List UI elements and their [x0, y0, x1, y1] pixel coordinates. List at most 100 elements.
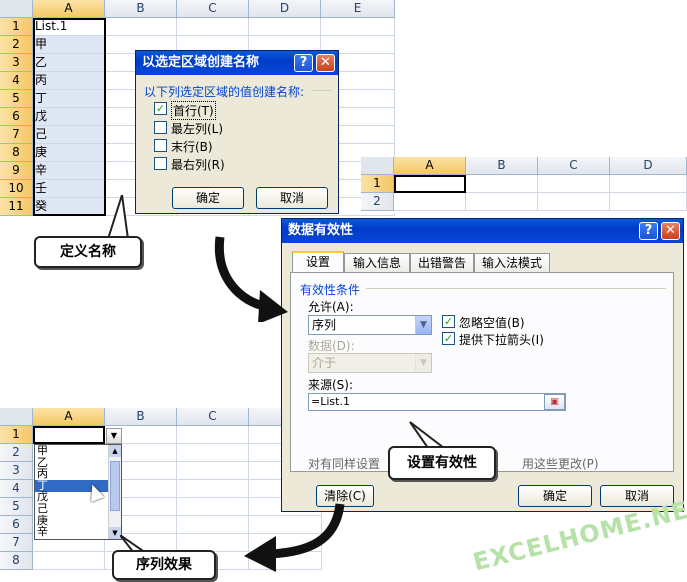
sheet3-row-7[interactable]: 7	[0, 534, 33, 552]
sheet3-cell[interactable]	[177, 516, 249, 534]
callout-define-name: 定义名称	[34, 236, 142, 268]
sheet2-cell[interactable]	[466, 193, 538, 211]
help-button[interactable]: ?	[294, 54, 313, 72]
checkbox-ignore-blank[interactable]: ✓	[442, 315, 455, 328]
dropdown-scrollbar[interactable]: ▲ ▼	[108, 445, 121, 539]
sheet3-cell[interactable]	[177, 462, 249, 480]
sheet1-corner[interactable]	[0, 0, 33, 18]
sheet3-cell[interactable]	[177, 480, 249, 498]
sheet1-row-4[interactable]: 4	[0, 72, 33, 90]
scroll-thumb[interactable]	[110, 461, 120, 511]
checkbox-left-column[interactable]	[154, 121, 167, 134]
create-name-dialog: 以选定区域创建名称 ? ✕ 以下列选定区域的值创建名称: ✓ 首行(T) 最左列…	[135, 50, 339, 214]
sheet2-col-b[interactable]: B	[466, 157, 538, 175]
sheet1-row-5[interactable]: 5	[0, 90, 33, 108]
selection-border	[33, 18, 106, 216]
create-name-group-label: 以下列选定区域的值创建名称:	[144, 85, 305, 99]
close-button[interactable]: ✕	[316, 54, 335, 72]
cancel-button[interactable]: 取消	[256, 187, 328, 209]
chevron-down-icon[interactable]: ▼	[415, 316, 431, 334]
chevron-down-icon[interactable]: ▼	[415, 354, 431, 372]
sheet2-col-d[interactable]: D	[610, 157, 687, 175]
sheet1-row-1[interactable]: 1	[0, 18, 33, 36]
tab-ime-mode[interactable]: 输入法模式	[474, 253, 550, 273]
sheet3-cell[interactable]	[33, 552, 105, 570]
sheet1-row-3[interactable]: 3	[0, 54, 33, 72]
sheet1-cell[interactable]	[321, 18, 395, 36]
sheet3-row-4[interactable]: 4	[0, 480, 33, 498]
sheet2-col-a[interactable]: A	[394, 157, 466, 175]
sheet2-corner[interactable]	[361, 157, 394, 175]
dropdown-arrow-button[interactable]: ▼	[106, 428, 122, 444]
dropdown-list[interactable]: 甲乙丙丁戊己庚辛 ▲ ▼	[34, 444, 122, 540]
sheet3-row-5[interactable]: 5	[0, 498, 33, 516]
sheet3-cell[interactable]	[177, 426, 249, 444]
sheet3-cell-a1[interactable]	[33, 426, 105, 444]
sheet1-col-a[interactable]: A	[33, 0, 105, 18]
allow-value: 序列	[312, 318, 337, 332]
sheet3-row-6[interactable]: 6	[0, 516, 33, 534]
ok-button[interactable]: 确定	[518, 485, 592, 507]
sheet1-row-7[interactable]: 7	[0, 126, 33, 144]
right-column-label: 最右列(R)	[171, 158, 225, 172]
sheet3-col-b[interactable]: B	[105, 408, 177, 426]
sheet2-cell[interactable]	[466, 175, 538, 193]
sheet3-cell[interactable]	[177, 498, 249, 516]
close-button[interactable]: ✕	[661, 222, 680, 240]
define-name-pointer	[106, 195, 130, 240]
validation-criteria-label: 有效性条件	[300, 283, 361, 297]
allow-select[interactable]: 序列 ▼	[308, 315, 432, 335]
sheet3-row-1[interactable]: 1	[0, 426, 33, 444]
callout-set-validation: 设置有效性	[388, 446, 496, 480]
curved-arrow-icon	[214, 236, 288, 322]
left-column-label: 最左列(L)	[171, 122, 224, 136]
sheet2-cell[interactable]	[538, 193, 610, 211]
sheet1-col-c[interactable]: C	[177, 0, 249, 18]
sheet1-col-d[interactable]: D	[249, 0, 321, 18]
sheet1-col-e[interactable]: E	[321, 0, 395, 18]
sheet1-row-6[interactable]: 6	[0, 108, 33, 126]
sheet2-cell[interactable]	[610, 175, 687, 193]
sheet2-cell-a1[interactable]	[394, 175, 466, 193]
sheet3-col-c[interactable]: C	[177, 408, 249, 426]
checkbox-right-column[interactable]	[154, 157, 167, 170]
sheet1-row-2[interactable]: 2	[0, 36, 33, 54]
callout-list-effect: 序列效果	[112, 550, 216, 580]
bottom-row-label: 末行(B)	[171, 140, 213, 154]
sheet1-col-b[interactable]: B	[105, 0, 177, 18]
sheet3-corner[interactable]	[0, 408, 33, 426]
source-input[interactable]: =List.1	[308, 393, 566, 411]
tab-error-alert[interactable]: 出错警告	[410, 253, 474, 273]
data-select[interactable]: 介于 ▼	[308, 353, 432, 373]
sheet2-cell[interactable]	[394, 193, 466, 211]
tab-input-message[interactable]: 输入信息	[344, 253, 410, 273]
checkbox-bottom-row[interactable]	[154, 139, 167, 152]
checkbox-dropdown[interactable]: ✓	[442, 332, 455, 345]
sheet1-row-8[interactable]: 8	[0, 144, 33, 162]
checkbox-top-row[interactable]: ✓	[154, 102, 167, 115]
ok-button[interactable]: 确定	[172, 187, 244, 209]
sheet2-cell[interactable]	[538, 175, 610, 193]
sheet3-row-8[interactable]: 8	[0, 552, 33, 570]
collapse-dialog-icon[interactable]: ▣	[544, 394, 565, 410]
help-button[interactable]: ?	[639, 222, 658, 240]
scroll-up-icon[interactable]: ▲	[109, 445, 121, 457]
sheet1-row-10[interactable]: 10	[0, 180, 33, 198]
sheet3-row-3[interactable]: 3	[0, 462, 33, 480]
sheet2-cell[interactable]	[610, 193, 687, 211]
sheet1-row-9[interactable]: 9	[0, 162, 33, 180]
sheet1-cell[interactable]	[105, 18, 177, 36]
sheet3-row-2[interactable]: 2	[0, 444, 33, 462]
criteria-divider	[366, 288, 666, 289]
sheet2-row-2[interactable]: 2	[361, 193, 394, 211]
tab-settings[interactable]: 设置	[292, 251, 344, 273]
sheet2-col-c[interactable]: C	[538, 157, 610, 175]
dropdown-list-item[interactable]: 辛	[35, 526, 109, 538]
data-label: 数据(D):	[308, 339, 355, 353]
sheet1-row-11[interactable]: 11	[0, 198, 33, 216]
sheet2-row-1[interactable]: 1	[361, 175, 394, 193]
sheet3-col-a[interactable]: A	[33, 408, 105, 426]
sheet1-cell[interactable]	[249, 18, 321, 36]
sheet3-cell[interactable]	[177, 444, 249, 462]
sheet1-cell[interactable]	[177, 18, 249, 36]
